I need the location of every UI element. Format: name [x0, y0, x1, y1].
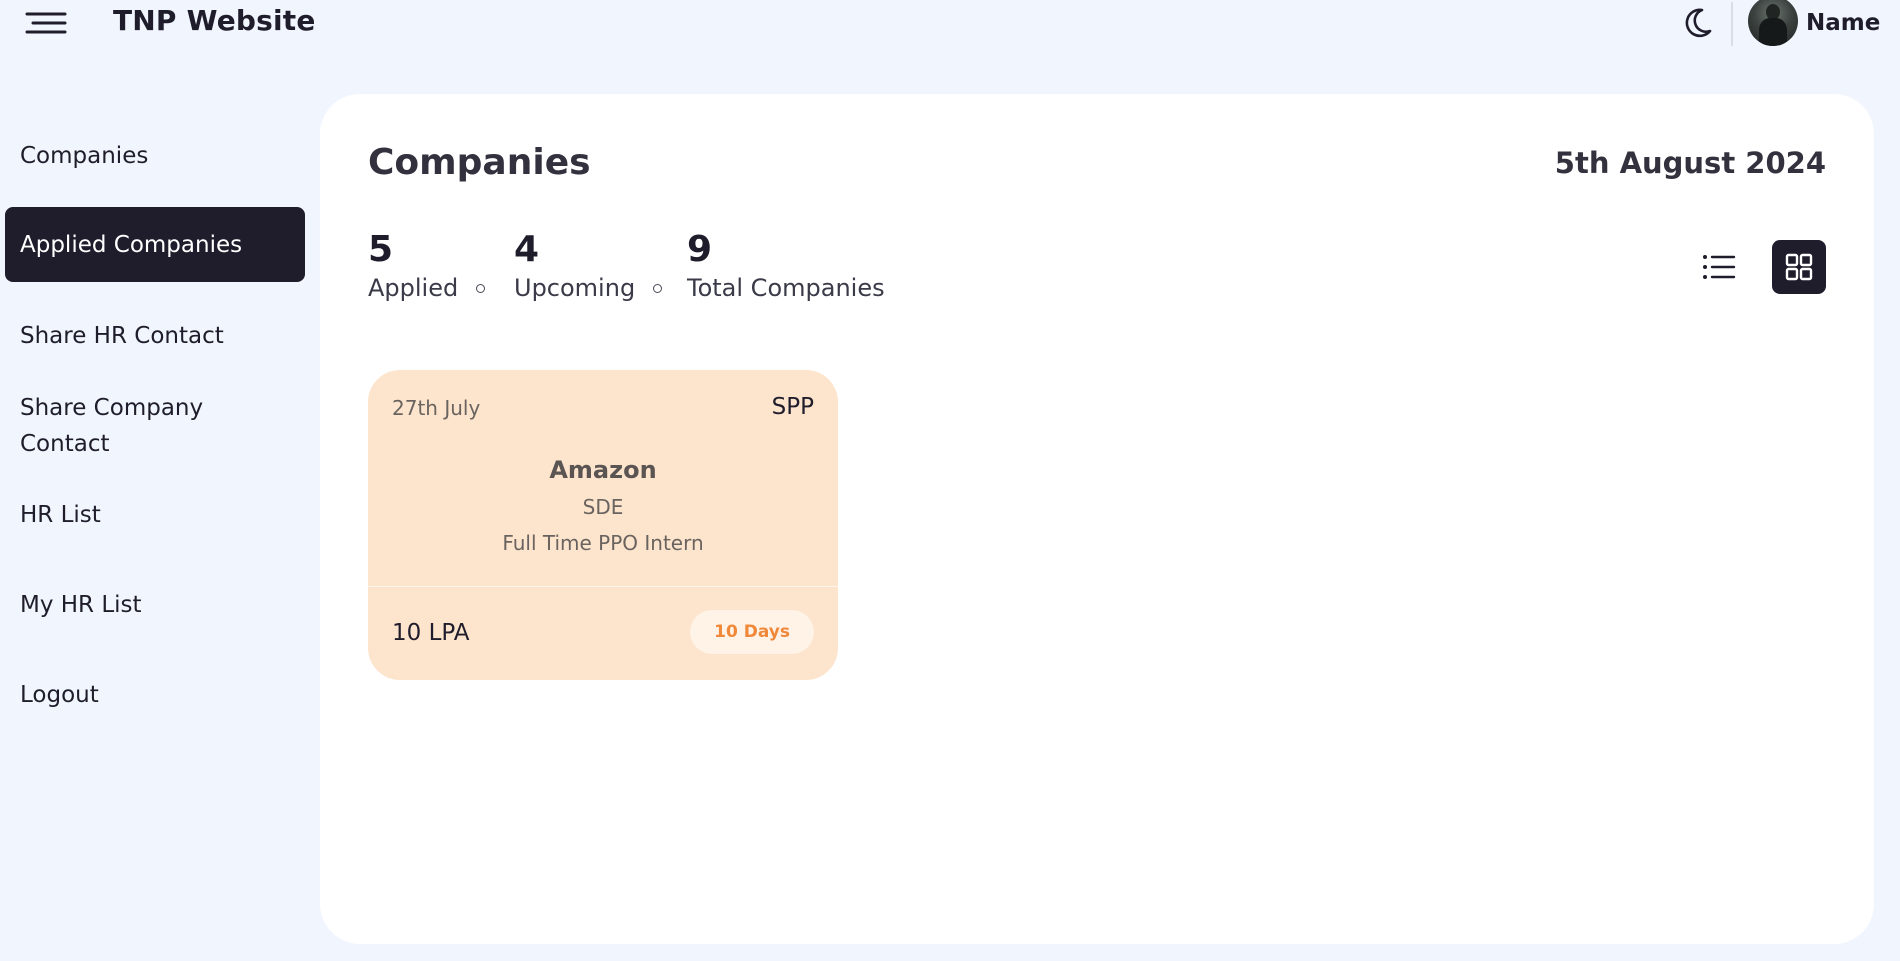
sidebar-item-share-hr-contact[interactable]: Share HR Contact: [5, 318, 305, 354]
sidebar-item-my-hr-list[interactable]: My HR List: [5, 587, 305, 623]
current-date: 5th August 2024: [1554, 146, 1826, 180]
top-bar: TNP Website Name: [0, 0, 1900, 46]
page-title: Companies: [368, 142, 591, 183]
circle-icon: [653, 283, 663, 293]
card-job-type: Full Time PPO Intern: [502, 531, 704, 555]
card-divider: [368, 586, 838, 587]
stat-label-wrap: Upcoming: [514, 274, 663, 302]
main-panel: Companies 5th August 2024 5 Applied 4 Up…: [320, 94, 1874, 944]
stat-applied: 5 Applied: [368, 228, 486, 302]
stat-value: 5: [368, 229, 394, 270]
stat-label: Applied: [368, 274, 459, 302]
card-tag: SPP: [771, 394, 814, 420]
stat-label: Upcoming: [514, 274, 636, 302]
moon-icon[interactable]: [1678, 4, 1716, 42]
avatar[interactable]: [1748, 0, 1798, 46]
stat-label-wrap: Applied: [368, 274, 486, 302]
sidebar-item-hr-list[interactable]: HR List: [5, 497, 305, 533]
sidebar-item-label: Applied Companies: [20, 231, 243, 258]
hamburger-icon[interactable]: [24, 10, 68, 36]
grid-view-button[interactable]: [1772, 240, 1826, 294]
card-role: SDE: [582, 495, 624, 519]
topbar-divider: [1731, 2, 1733, 46]
user-profile[interactable]: Name: [1748, 0, 1880, 46]
grid-icon: [1785, 253, 1813, 281]
card-company-name: Amazon: [549, 456, 657, 484]
list-view-button[interactable]: [1692, 240, 1746, 294]
sidebar-item-logout[interactable]: Logout: [5, 677, 305, 713]
days-left-badge[interactable]: 10 Days: [690, 610, 814, 654]
stat-label: Total Companies: [687, 274, 885, 302]
badge-label: 10 Days: [714, 622, 790, 642]
card-date: 27th July: [392, 396, 481, 420]
sidebar-item-share-company-contact[interactable]: Share Company Contact: [5, 390, 245, 462]
app-title: TNP Website: [113, 4, 316, 37]
list-icon: [1703, 255, 1736, 279]
stat-total-companies: 9 Total Companies: [687, 228, 885, 302]
user-name: Name: [1806, 10, 1881, 36]
sidebar-item-applied-companies[interactable]: Applied Companies: [5, 207, 305, 282]
stat-value: 9: [687, 229, 713, 270]
sidebar-item-companies[interactable]: Companies: [5, 138, 305, 174]
card-salary: 10 LPA: [392, 620, 470, 646]
stat-value: 4: [514, 229, 540, 270]
stat-label-wrap: Total Companies: [687, 274, 885, 302]
company-card[interactable]: 27th July SPP Amazon SDE Full Time PPO I…: [368, 370, 838, 680]
stat-upcoming: 4 Upcoming: [514, 228, 663, 302]
circle-icon: [476, 283, 486, 293]
